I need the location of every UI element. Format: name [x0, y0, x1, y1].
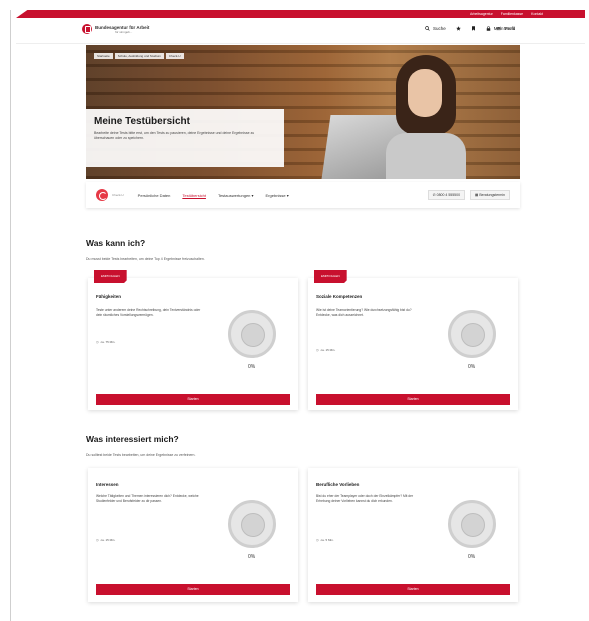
- check-u-brand: Check-U: [112, 193, 124, 197]
- breadcrumb-item-school[interactable]: Schule, Ausbildung und Studium: [114, 53, 164, 59]
- card-duration-label: ca. 15 Min.: [320, 348, 336, 352]
- section-subtitle-interests: Du solltest beide Tests bearbeiten, um d…: [86, 453, 196, 457]
- search-label: Suche: [432, 26, 446, 31]
- tab-test-results-label: Testauswertungen: [217, 192, 251, 198]
- breadcrumb-item-checku[interactable]: Check-U: [165, 53, 184, 59]
- star-icon: [455, 26, 461, 31]
- page-title: Meine Testübersicht: [94, 116, 190, 127]
- top-link-3[interactable]: Kontakt: [531, 12, 543, 16]
- card-duration: ◷ ca. 75 Min.: [96, 340, 115, 344]
- hero-text-box: Meine Testübersicht Bearbeite deine Test…: [86, 109, 284, 167]
- breadcrumb: Startseite Schule, Ausbildung und Studiu…: [94, 53, 184, 59]
- card-progress-percent: 0%: [468, 364, 476, 370]
- test-card-berufliche-vorlieben: Berufliche Vorlieben Bist du eher der Te…: [308, 468, 518, 602]
- search-button[interactable]: Suche: [425, 26, 446, 31]
- tab-results[interactable]: Ergebnisse ▾: [266, 193, 289, 198]
- menu-button[interactable]: Menü: [496, 26, 515, 31]
- card-title: Berufliche Vorlieben: [316, 482, 360, 487]
- recommended-badge: EMPFOHLEN: [314, 270, 347, 283]
- top-service-bar: Arbeitsagentur Familienkasse Kontakt: [16, 10, 585, 18]
- tab-test-results[interactable]: Testauswertungen ▾: [218, 193, 254, 198]
- search-icon: [425, 26, 430, 31]
- calendar-icon: ▦: [475, 193, 479, 197]
- check-u-logo-icon[interactable]: [96, 189, 108, 201]
- tab-results-label: Ergebnisse: [265, 192, 286, 198]
- site-header: Bundesagentur für Arbeit für sinngeb... …: [16, 18, 585, 44]
- test-card-interessen: Interessen Welche Tätigkeiten und Themen…: [88, 468, 298, 602]
- appointment-button-label: Beratungstermin: [479, 193, 505, 197]
- window-border: [10, 10, 11, 621]
- check-u-nav-bar: Check-U Persönliche Daten Testübersicht …: [86, 182, 520, 208]
- card-duration-label: ca. 15 Min.: [100, 538, 116, 542]
- tab-test-overview[interactable]: Testübersicht: [182, 193, 206, 198]
- card-description: Bist du eher der Teamplayer oder doch de…: [316, 494, 414, 503]
- top-link-2[interactable]: Familienkasse: [501, 12, 523, 16]
- favorites-button[interactable]: [455, 26, 461, 31]
- clock-icon: ◷: [96, 340, 99, 344]
- card-duration: ◷ ca. 15 Min.: [96, 538, 115, 542]
- card-duration: ◷ ca. 15 Min.: [316, 348, 335, 352]
- hero-banner: Startseite Schule, Ausbildung und Studiu…: [86, 45, 520, 179]
- phone-icon: ✆: [432, 193, 436, 197]
- clock-icon: ◷: [316, 538, 319, 542]
- card-duration-label: ca. 75 Min.: [100, 340, 116, 344]
- bookmark-button[interactable]: [471, 26, 476, 31]
- start-button[interactable]: Starten: [316, 584, 510, 595]
- card-duration: ◷ ca. 5 Min.: [316, 538, 334, 542]
- test-card-faehigkeiten: EMPFOHLEN Fähigkeiten Teste unter andere…: [88, 270, 298, 410]
- card-progress-percent: 0%: [248, 554, 256, 560]
- badge-medal-icon: [448, 500, 496, 548]
- recommended-badge: EMPFOHLEN: [94, 270, 127, 283]
- card-title: Fähigkeiten: [96, 294, 122, 299]
- section-title-interests: Was interessiert mich?: [86, 434, 179, 444]
- badge-medal-icon: [228, 500, 276, 548]
- top-link-1[interactable]: Arbeitsagentur: [470, 12, 493, 16]
- clock-icon: ◷: [96, 538, 99, 542]
- chevron-down-icon: ▾: [286, 192, 289, 198]
- card-title: Soziale Kompetenzen: [316, 294, 363, 299]
- start-button[interactable]: Starten: [96, 584, 290, 595]
- logo-subtitle: für sinngeb...: [115, 29, 133, 34]
- card-progress-percent: 0%: [248, 364, 256, 370]
- start-button[interactable]: Starten: [96, 394, 290, 405]
- chevron-down-icon: ▾: [251, 192, 254, 198]
- menu-label: Menü: [504, 26, 516, 31]
- card-title: Interessen: [96, 482, 119, 487]
- section-title-can: Was kann ich?: [86, 238, 146, 248]
- appointment-button[interactable]: ▦ Beratungstermin: [470, 190, 510, 200]
- section-subtitle-can: Du musst beide Tests bearbeiten, um dein…: [86, 257, 205, 261]
- hero-description: Bearbeite deine Tests bitte erst, um den…: [94, 131, 255, 140]
- card-progress-percent: 0%: [468, 554, 476, 560]
- lock-icon: [486, 26, 490, 31]
- card-duration-label: ca. 5 Min.: [320, 538, 334, 542]
- breadcrumb-item-home[interactable]: Startseite: [94, 53, 113, 59]
- site-logo[interactable]: Bundesagentur für Arbeit für sinngeb...: [82, 24, 149, 34]
- phone-button-label: 0800 4 555500: [436, 193, 461, 197]
- tab-personal-data[interactable]: Persönliche Daten: [138, 193, 171, 198]
- card-description: Welche Tätigkeiten und Themen interessie…: [96, 494, 199, 503]
- clock-icon: ◷: [316, 348, 319, 352]
- start-button[interactable]: Starten: [316, 394, 510, 405]
- hamburger-icon: [496, 27, 501, 31]
- card-description: Teste unter anderem deine Rechtschreibun…: [96, 308, 201, 317]
- badge-medal-icon: [228, 310, 276, 358]
- bookmark-icon: [471, 26, 475, 31]
- agency-logo-icon: [82, 24, 92, 34]
- test-card-soziale-kompetenzen: EMPFOHLEN Soziale Kompetenzen Wie ist de…: [308, 270, 518, 410]
- phone-button[interactable]: ✆ 0800 4 555500: [427, 190, 466, 200]
- student-image: [386, 55, 466, 179]
- badge-medal-icon: [448, 310, 496, 358]
- card-description: Wie ist deine Teamorientierung? Wie durc…: [316, 308, 412, 317]
